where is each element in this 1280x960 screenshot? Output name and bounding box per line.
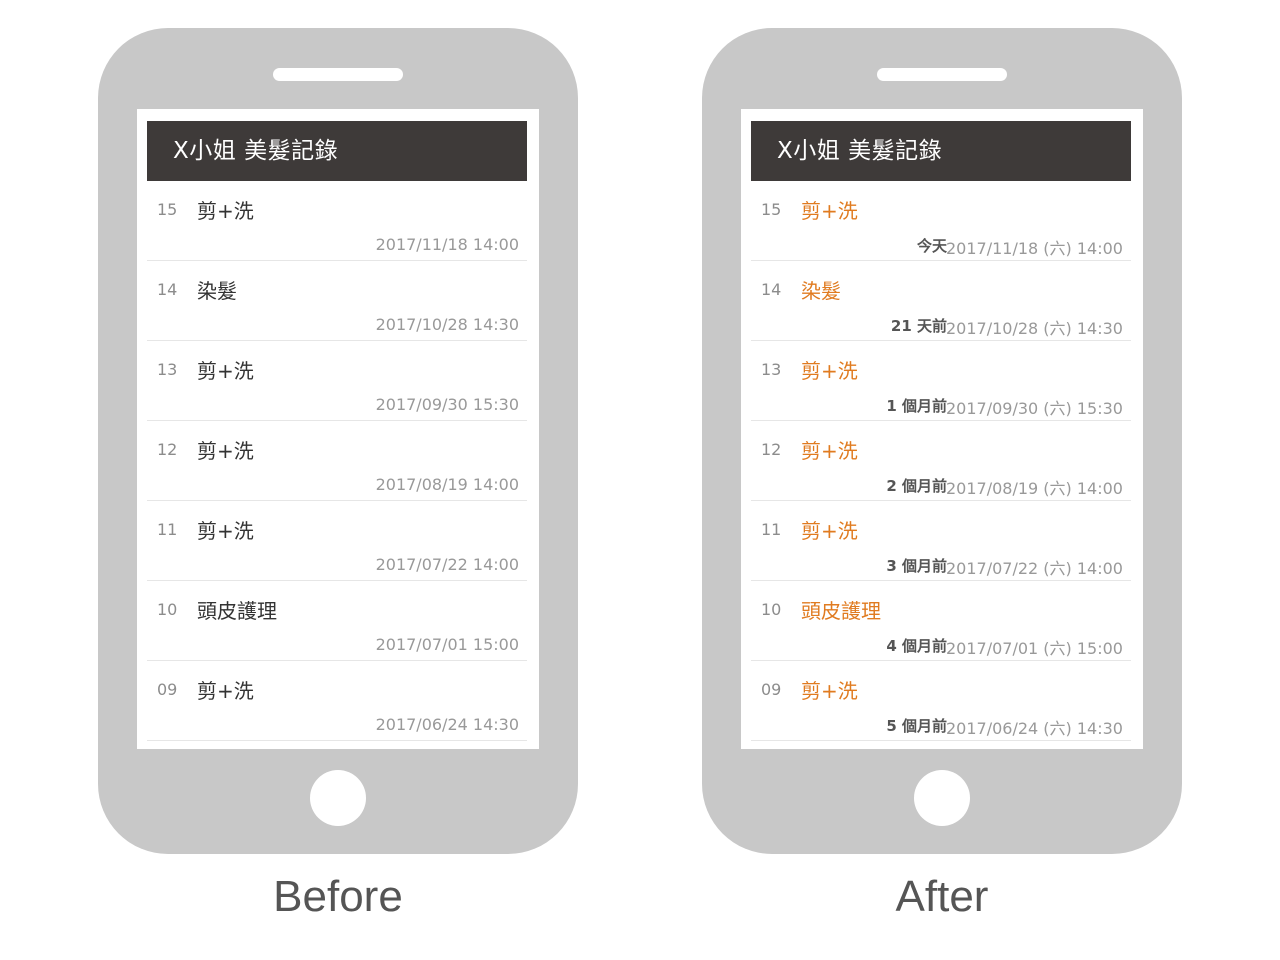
phone-screen-after: X小姐 美髮記錄 15 剪+洗 今天 2017/11/18 (六) 14:00 … (741, 109, 1143, 749)
record-service: 頭皮護理 (197, 599, 277, 623)
phone-speaker (877, 68, 1007, 81)
record-date: 2017/07/01 (六) 15:00 (946, 639, 1123, 658)
record-date: 2017/08/19 14:00 (375, 475, 519, 494)
record-relative-time: 1 個月前 (886, 397, 947, 415)
record-service: 剪+洗 (197, 519, 254, 543)
record-relative-time: 2 個月前 (886, 477, 947, 495)
record-number: 15 (157, 200, 178, 219)
record-row[interactable]: 15 剪+洗 今天 2017/11/18 (六) 14:00 (751, 181, 1131, 261)
record-row[interactable]: 09 剪+洗 2017/06/24 14:30 (147, 661, 527, 741)
record-row[interactable]: 09 剪+洗 5 個月前 2017/06/24 (六) 14:30 (751, 661, 1131, 741)
phone-mockup-before: X小姐 美髮記錄 15 剪+洗 2017/11/18 14:00 14 染髮 2… (98, 28, 578, 854)
record-row[interactable]: 14 染髮 2017/10/28 14:30 (147, 261, 527, 341)
record-number: 12 (157, 440, 178, 459)
record-number: 15 (761, 200, 782, 219)
record-number: 12 (761, 440, 782, 459)
record-relative-time: 21 天前 (890, 317, 947, 335)
record-date: 2017/07/22 (六) 14:00 (946, 559, 1123, 578)
record-row[interactable]: 12 剪+洗 2017/08/19 14:00 (147, 421, 527, 501)
record-service: 剪+洗 (197, 359, 254, 383)
record-relative-time: 3 個月前 (886, 557, 947, 575)
record-date: 2017/08/19 (六) 14:00 (946, 479, 1123, 498)
phone-screen-before: X小姐 美髮記錄 15 剪+洗 2017/11/18 14:00 14 染髮 2… (137, 109, 539, 749)
app-header-title: X小姐 美髮記錄 (147, 121, 527, 181)
record-service: 頭皮護理 (801, 599, 881, 623)
record-number: 11 (761, 520, 782, 539)
caption-after: After (895, 872, 989, 921)
record-date: 2017/06/24 14:30 (375, 715, 519, 734)
record-list-after: 15 剪+洗 今天 2017/11/18 (六) 14:00 14 染髮 21 … (751, 181, 1131, 741)
record-row[interactable]: 10 頭皮護理 2017/07/01 15:00 (147, 581, 527, 661)
record-list-before: 15 剪+洗 2017/11/18 14:00 14 染髮 2017/10/28… (147, 181, 527, 741)
record-number: 10 (761, 600, 782, 619)
record-number: 10 (157, 600, 178, 619)
record-date: 2017/09/30 15:30 (375, 395, 519, 414)
record-service: 剪+洗 (801, 439, 858, 463)
record-number: 11 (157, 520, 178, 539)
record-service: 剪+洗 (197, 679, 254, 703)
app-header-title: X小姐 美髮記錄 (751, 121, 1131, 181)
record-relative-time: 今天 (916, 237, 947, 255)
record-number: 09 (157, 680, 178, 699)
record-date: 2017/11/18 (六) 14:00 (946, 239, 1123, 258)
record-number: 13 (761, 360, 782, 379)
record-date: 2017/07/01 15:00 (375, 635, 519, 654)
record-service: 剪+洗 (801, 359, 858, 383)
phone-mockup-after: X小姐 美髮記錄 15 剪+洗 今天 2017/11/18 (六) 14:00 … (702, 28, 1182, 854)
record-row[interactable]: 11 剪+洗 2017/07/22 14:00 (147, 501, 527, 581)
record-row[interactable]: 10 頭皮護理 4 個月前 2017/07/01 (六) 15:00 (751, 581, 1131, 661)
record-service: 剪+洗 (801, 679, 858, 703)
record-service: 剪+洗 (801, 199, 858, 223)
record-row[interactable]: 13 剪+洗 2017/09/30 15:30 (147, 341, 527, 421)
record-service: 剪+洗 (197, 199, 254, 223)
record-row[interactable]: 15 剪+洗 2017/11/18 14:00 (147, 181, 527, 261)
record-date: 2017/10/28 14:30 (375, 315, 519, 334)
record-number: 14 (761, 280, 782, 299)
record-relative-time: 4 個月前 (886, 637, 947, 655)
record-row[interactable]: 12 剪+洗 2 個月前 2017/08/19 (六) 14:00 (751, 421, 1131, 501)
caption-before: Before (273, 872, 403, 921)
home-button (310, 770, 366, 826)
record-service: 染髮 (801, 279, 841, 303)
phone-speaker (273, 68, 403, 81)
record-row[interactable]: 13 剪+洗 1 個月前 2017/09/30 (六) 15:30 (751, 341, 1131, 421)
record-service: 剪+洗 (197, 439, 254, 463)
record-number: 09 (761, 680, 782, 699)
record-date: 2017/10/28 (六) 14:30 (946, 319, 1123, 338)
record-date: 2017/06/24 (六) 14:30 (946, 719, 1123, 738)
record-number: 13 (157, 360, 178, 379)
record-number: 14 (157, 280, 178, 299)
record-date: 2017/09/30 (六) 15:30 (946, 399, 1123, 418)
record-service: 染髮 (197, 279, 237, 303)
record-service: 剪+洗 (801, 519, 858, 543)
record-date: 2017/11/18 14:00 (375, 235, 519, 254)
record-relative-time: 5 個月前 (886, 717, 947, 735)
record-row[interactable]: 14 染髮 21 天前 2017/10/28 (六) 14:30 (751, 261, 1131, 341)
record-row[interactable]: 11 剪+洗 3 個月前 2017/07/22 (六) 14:00 (751, 501, 1131, 581)
record-date: 2017/07/22 14:00 (375, 555, 519, 574)
home-button (914, 770, 970, 826)
